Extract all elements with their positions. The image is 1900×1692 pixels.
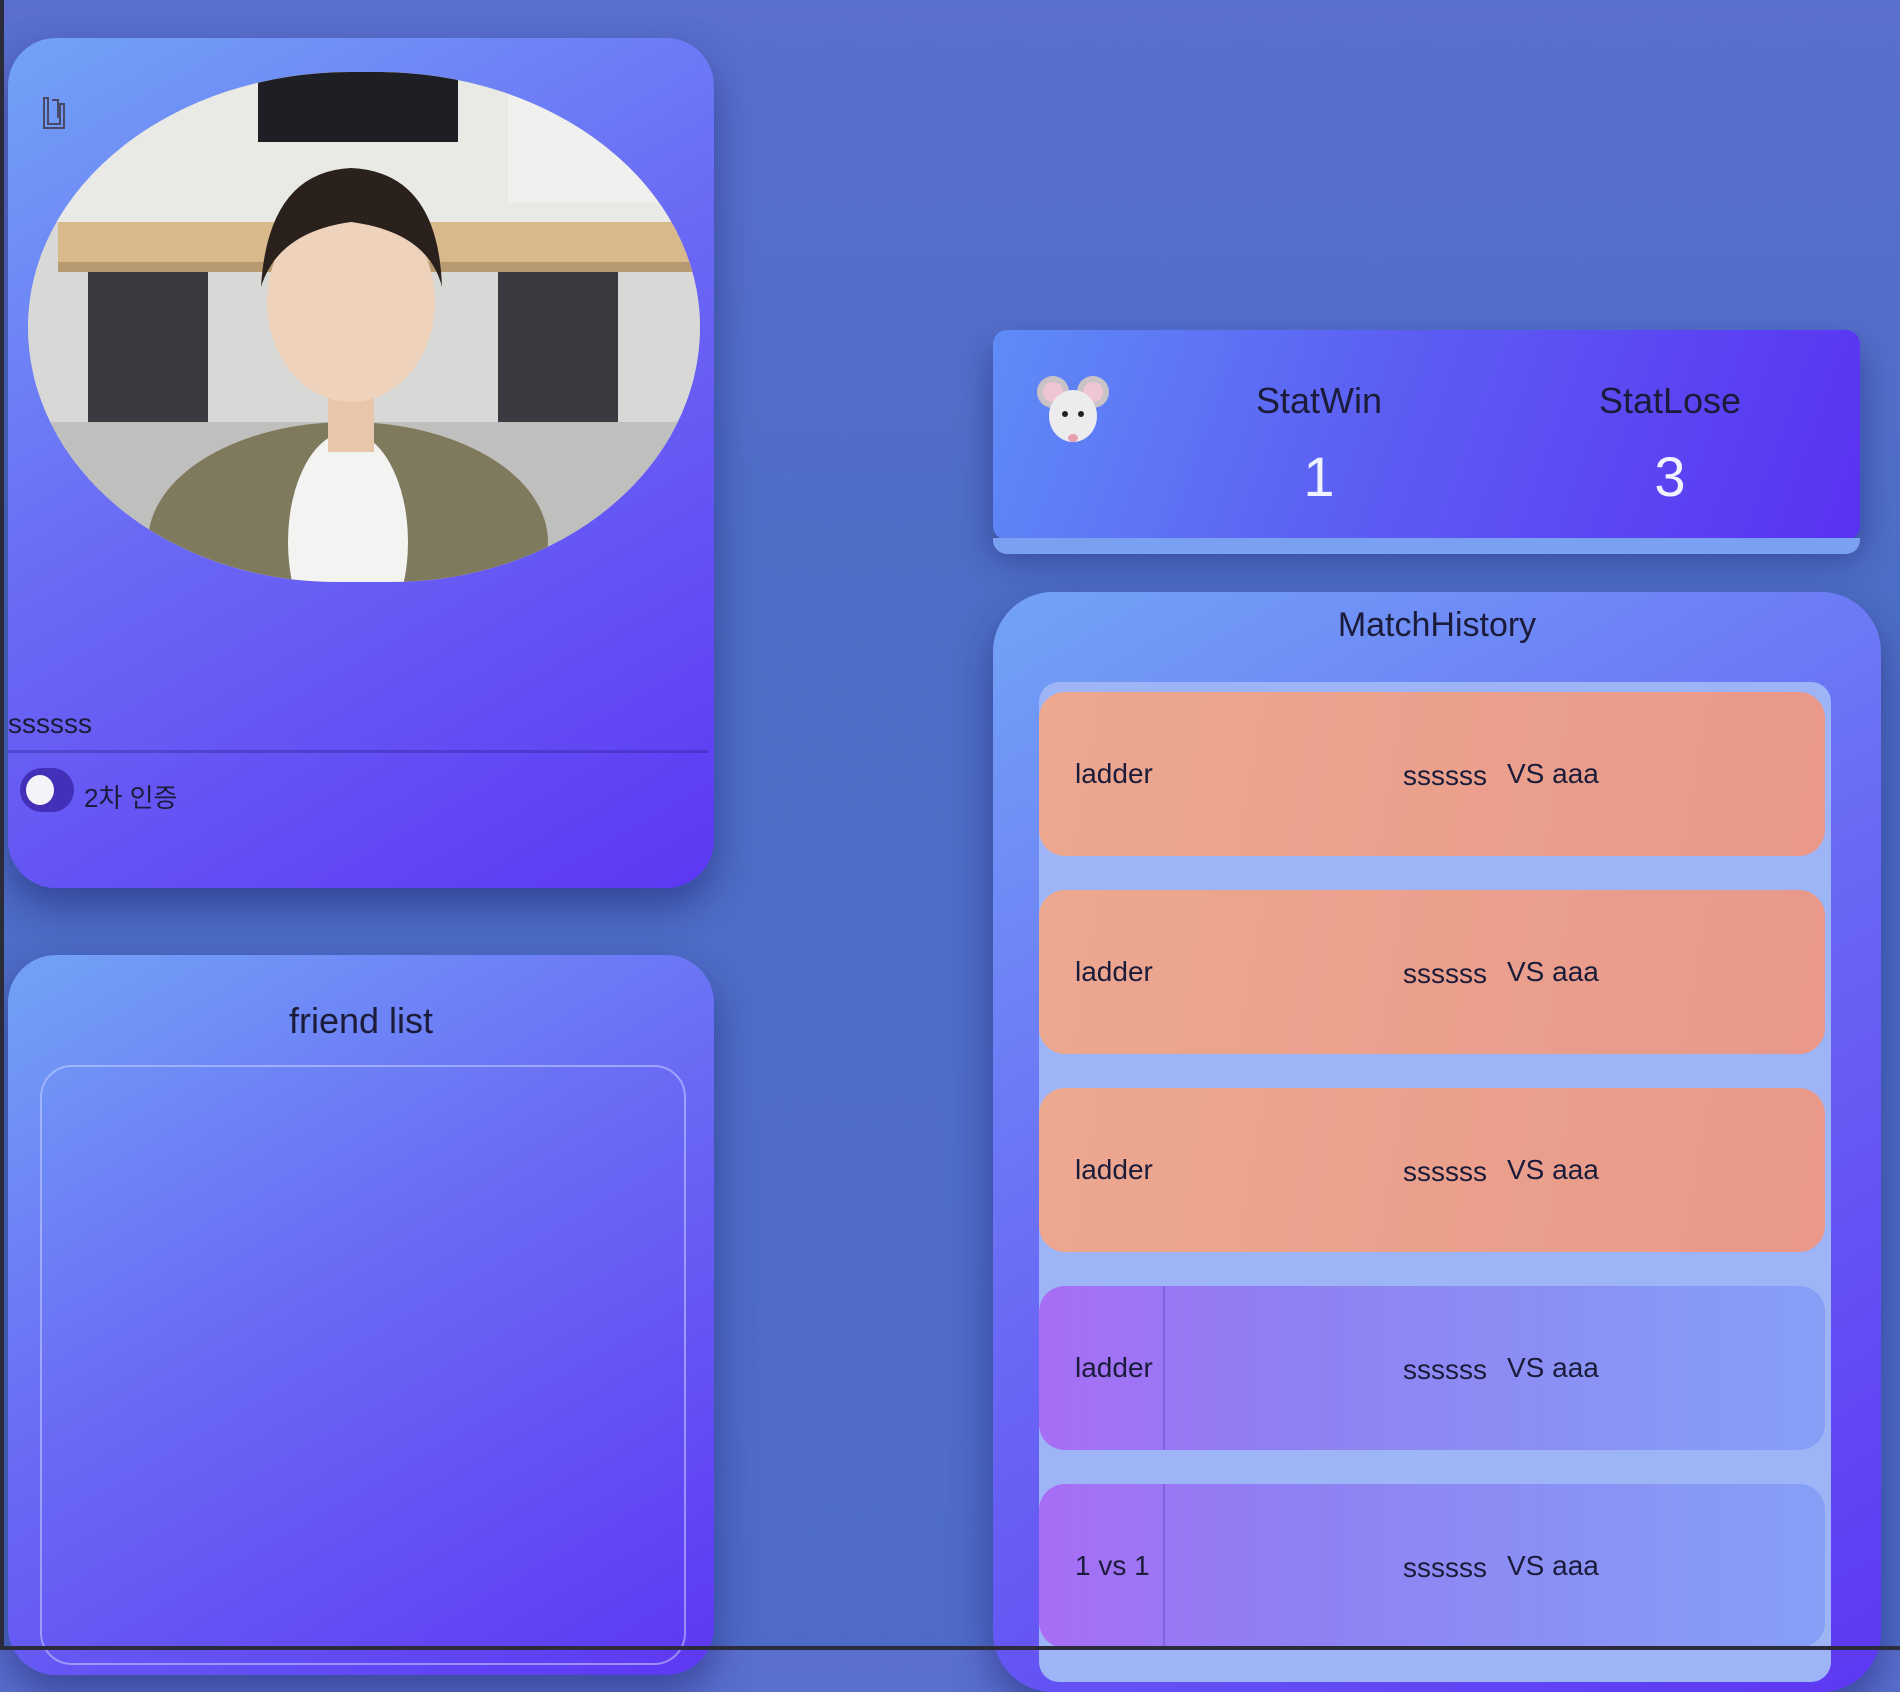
match-mode: ladder (1075, 1154, 1153, 1185)
stat-win-label: StatWin (1255, 380, 1383, 421)
match-mode: ladder (1075, 758, 1153, 789)
match-row[interactable]: ladder ssssss VS aaa (1039, 692, 1825, 856)
match-player: ssssss (1403, 1552, 1487, 1583)
divider (8, 750, 708, 753)
match-player: ssssss (1403, 1156, 1487, 1187)
match-row[interactable]: 1 vs 1 ssssss VS aaa (1039, 1484, 1825, 1648)
profile-photo-image (28, 72, 700, 582)
twofa-toggle[interactable] (20, 768, 74, 812)
twofa-label: 2차 인증 (84, 783, 178, 813)
stat-lose-value: 3 (1654, 445, 1686, 508)
friend-list-box[interactable] (40, 1065, 686, 1665)
friend-list-card: friend list (8, 955, 714, 1675)
match-player: ssssss (1403, 760, 1487, 791)
match-mode: ladder (1075, 956, 1153, 987)
match-mode: ladder (1075, 1352, 1153, 1383)
match-row[interactable]: ladder ssssss VS aaa (1039, 1286, 1825, 1450)
stat-lose: StatLose 3 (1570, 380, 1770, 509)
match-history-list[interactable]: ladder ssssss VS aaa ladder ssssss VS aa… (1039, 682, 1831, 1682)
profile-photo[interactable] (28, 72, 700, 582)
toggle-knob (26, 775, 54, 805)
match-opponent: VS aaa (1507, 1550, 1599, 1581)
stat-win-value: 1 (1303, 445, 1335, 508)
match-opponent: VS aaa (1507, 1352, 1599, 1383)
mouse-icon (1037, 376, 1109, 442)
match-player: ssssss (1403, 958, 1487, 989)
profile-card: ssssss 2차 인증 (8, 38, 714, 888)
match-opponent: VS aaa (1507, 758, 1599, 789)
match-opponent: VS aaa (1507, 1154, 1599, 1185)
edit-icon[interactable] (38, 94, 68, 130)
match-history-title: MatchHistory (1337, 606, 1537, 644)
match-row[interactable]: ladder ssssss VS aaa (1039, 1088, 1825, 1252)
row-separator (1163, 1484, 1165, 1648)
match-opponent: VS aaa (1507, 956, 1599, 987)
row-separator (1163, 1286, 1165, 1450)
stat-lose-label: StatLose (1598, 380, 1742, 421)
friend-list-title: friend list (288, 1000, 434, 1041)
stats-card: StatWin 1 StatLose 3 (993, 330, 1860, 554)
username-label: ssssss (8, 708, 92, 739)
match-row[interactable]: ladder ssssss VS aaa (1039, 890, 1825, 1054)
stat-win: StatWin 1 (1219, 380, 1419, 509)
match-player: ssssss (1403, 1354, 1487, 1385)
match-history-card: MatchHistory ladder ssssss VS aaa ladder… (993, 592, 1881, 1692)
match-mode: 1 vs 1 (1075, 1550, 1150, 1581)
